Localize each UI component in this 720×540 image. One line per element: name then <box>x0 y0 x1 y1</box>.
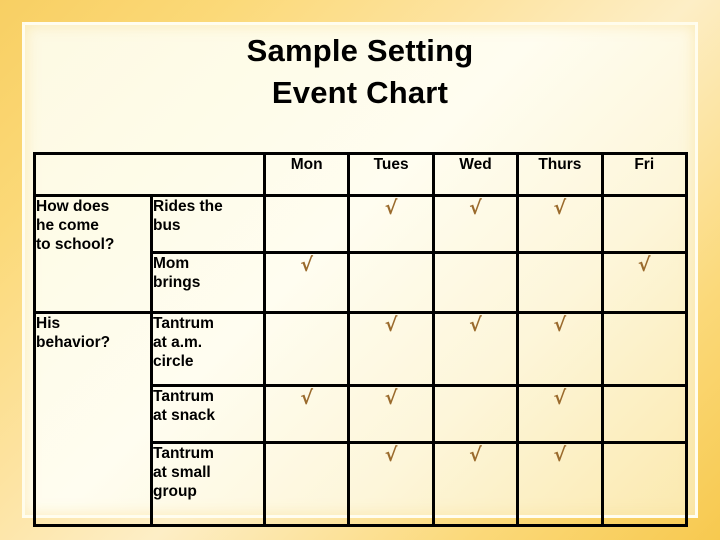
cell-tantrum-at-snack-fri[interactable] <box>600 384 688 444</box>
cell-mom-brings-wed[interactable] <box>431 251 520 314</box>
check-icon: √ <box>553 444 567 466</box>
cell-tantrum-am-circle-mon[interactable] <box>262 311 351 387</box>
activity-cell-mom-brings: Mom brings <box>150 251 266 314</box>
question-cell-behavior: His behavior? <box>33 311 153 527</box>
check-icon: √ <box>300 387 314 409</box>
activity-cell-tantrum-small-group: Tantrum at small group <box>150 441 266 527</box>
cell-rides-the-bus-fri[interactable] <box>600 194 688 254</box>
check-icon: √ <box>384 387 398 409</box>
column-header-fri: Fri <box>600 152 688 197</box>
cell-tantrum-small-group-tues[interactable]: √ <box>347 441 435 527</box>
cell-rides-the-bus-thurs[interactable]: √ <box>516 194 604 254</box>
cell-tantrum-am-circle-tues[interactable]: √ <box>347 311 435 387</box>
table-row: His behavior? Tantrum at a.m. circle √ √… <box>33 311 688 527</box>
cell-tantrum-small-group-thurs[interactable]: √ <box>516 441 604 527</box>
column-header-mon: Mon <box>262 152 351 197</box>
check-icon: √ <box>553 314 567 336</box>
cell-tantrum-small-group-fri[interactable] <box>600 441 688 527</box>
check-icon: √ <box>469 314 482 336</box>
activity-cell-rides-the-bus: Rides the bus <box>150 194 266 254</box>
column-header-wed: Wed <box>431 152 520 197</box>
cell-tantrum-small-group-wed[interactable]: √ <box>431 441 520 527</box>
column-header-thurs: Thurs <box>516 152 604 197</box>
activity-cell-tantrum-at-snack: Tantrum at snack <box>150 384 266 444</box>
cell-mom-brings-mon[interactable]: √ <box>262 251 351 314</box>
cell-mom-brings-tues[interactable] <box>347 251 435 314</box>
header-corner-cell <box>33 152 266 197</box>
cell-tantrum-small-group-mon[interactable] <box>262 441 351 527</box>
column-header-tues: Tues <box>347 152 435 197</box>
check-icon: √ <box>384 444 398 466</box>
table-row: How does he come to school? Rides the bu… <box>33 194 688 314</box>
slide-canvas: Sample Setting Event Chart Mon Tues Wed <box>0 0 720 540</box>
cell-rides-the-bus-wed[interactable]: √ <box>431 194 520 254</box>
cell-tantrum-at-snack-wed[interactable] <box>431 384 520 444</box>
check-icon: √ <box>384 197 398 219</box>
event-chart-table: Mon Tues Wed Thurs Fri How does he come … <box>33 152 688 527</box>
check-icon: √ <box>637 254 651 276</box>
cell-tantrum-am-circle-wed[interactable]: √ <box>431 311 520 387</box>
cell-tantrum-at-snack-thurs[interactable]: √ <box>516 384 604 444</box>
cell-tantrum-at-snack-mon[interactable]: √ <box>262 384 351 444</box>
page-title: Sample Setting Event Chart <box>0 30 720 114</box>
cell-mom-brings-fri[interactable]: √ <box>600 251 688 314</box>
activity-cell-tantrum-am-circle: Tantrum at a.m. circle <box>150 311 266 387</box>
cell-tantrum-am-circle-fri[interactable] <box>600 311 688 387</box>
check-icon: √ <box>469 444 482 466</box>
table-header-row: Mon Tues Wed Thurs Fri <box>33 152 688 197</box>
setting-event-chart: Mon Tues Wed Thurs Fri How does he come … <box>33 152 688 527</box>
question-cell-transport: How does he come to school? <box>33 194 153 314</box>
cell-mom-brings-thurs[interactable] <box>516 251 604 314</box>
cell-rides-the-bus-tues[interactable]: √ <box>347 194 435 254</box>
check-icon: √ <box>300 254 314 276</box>
check-icon: √ <box>553 197 567 219</box>
cell-tantrum-at-snack-tues[interactable]: √ <box>347 384 435 444</box>
page-title-line-1: Sample Setting <box>246 33 474 68</box>
page-title-line-2: Event Chart <box>271 75 449 110</box>
check-icon: √ <box>384 314 398 336</box>
cell-tantrum-am-circle-thurs[interactable]: √ <box>516 311 604 387</box>
check-icon: √ <box>469 197 482 219</box>
check-icon: √ <box>553 387 567 409</box>
cell-rides-the-bus-mon[interactable] <box>262 194 351 254</box>
